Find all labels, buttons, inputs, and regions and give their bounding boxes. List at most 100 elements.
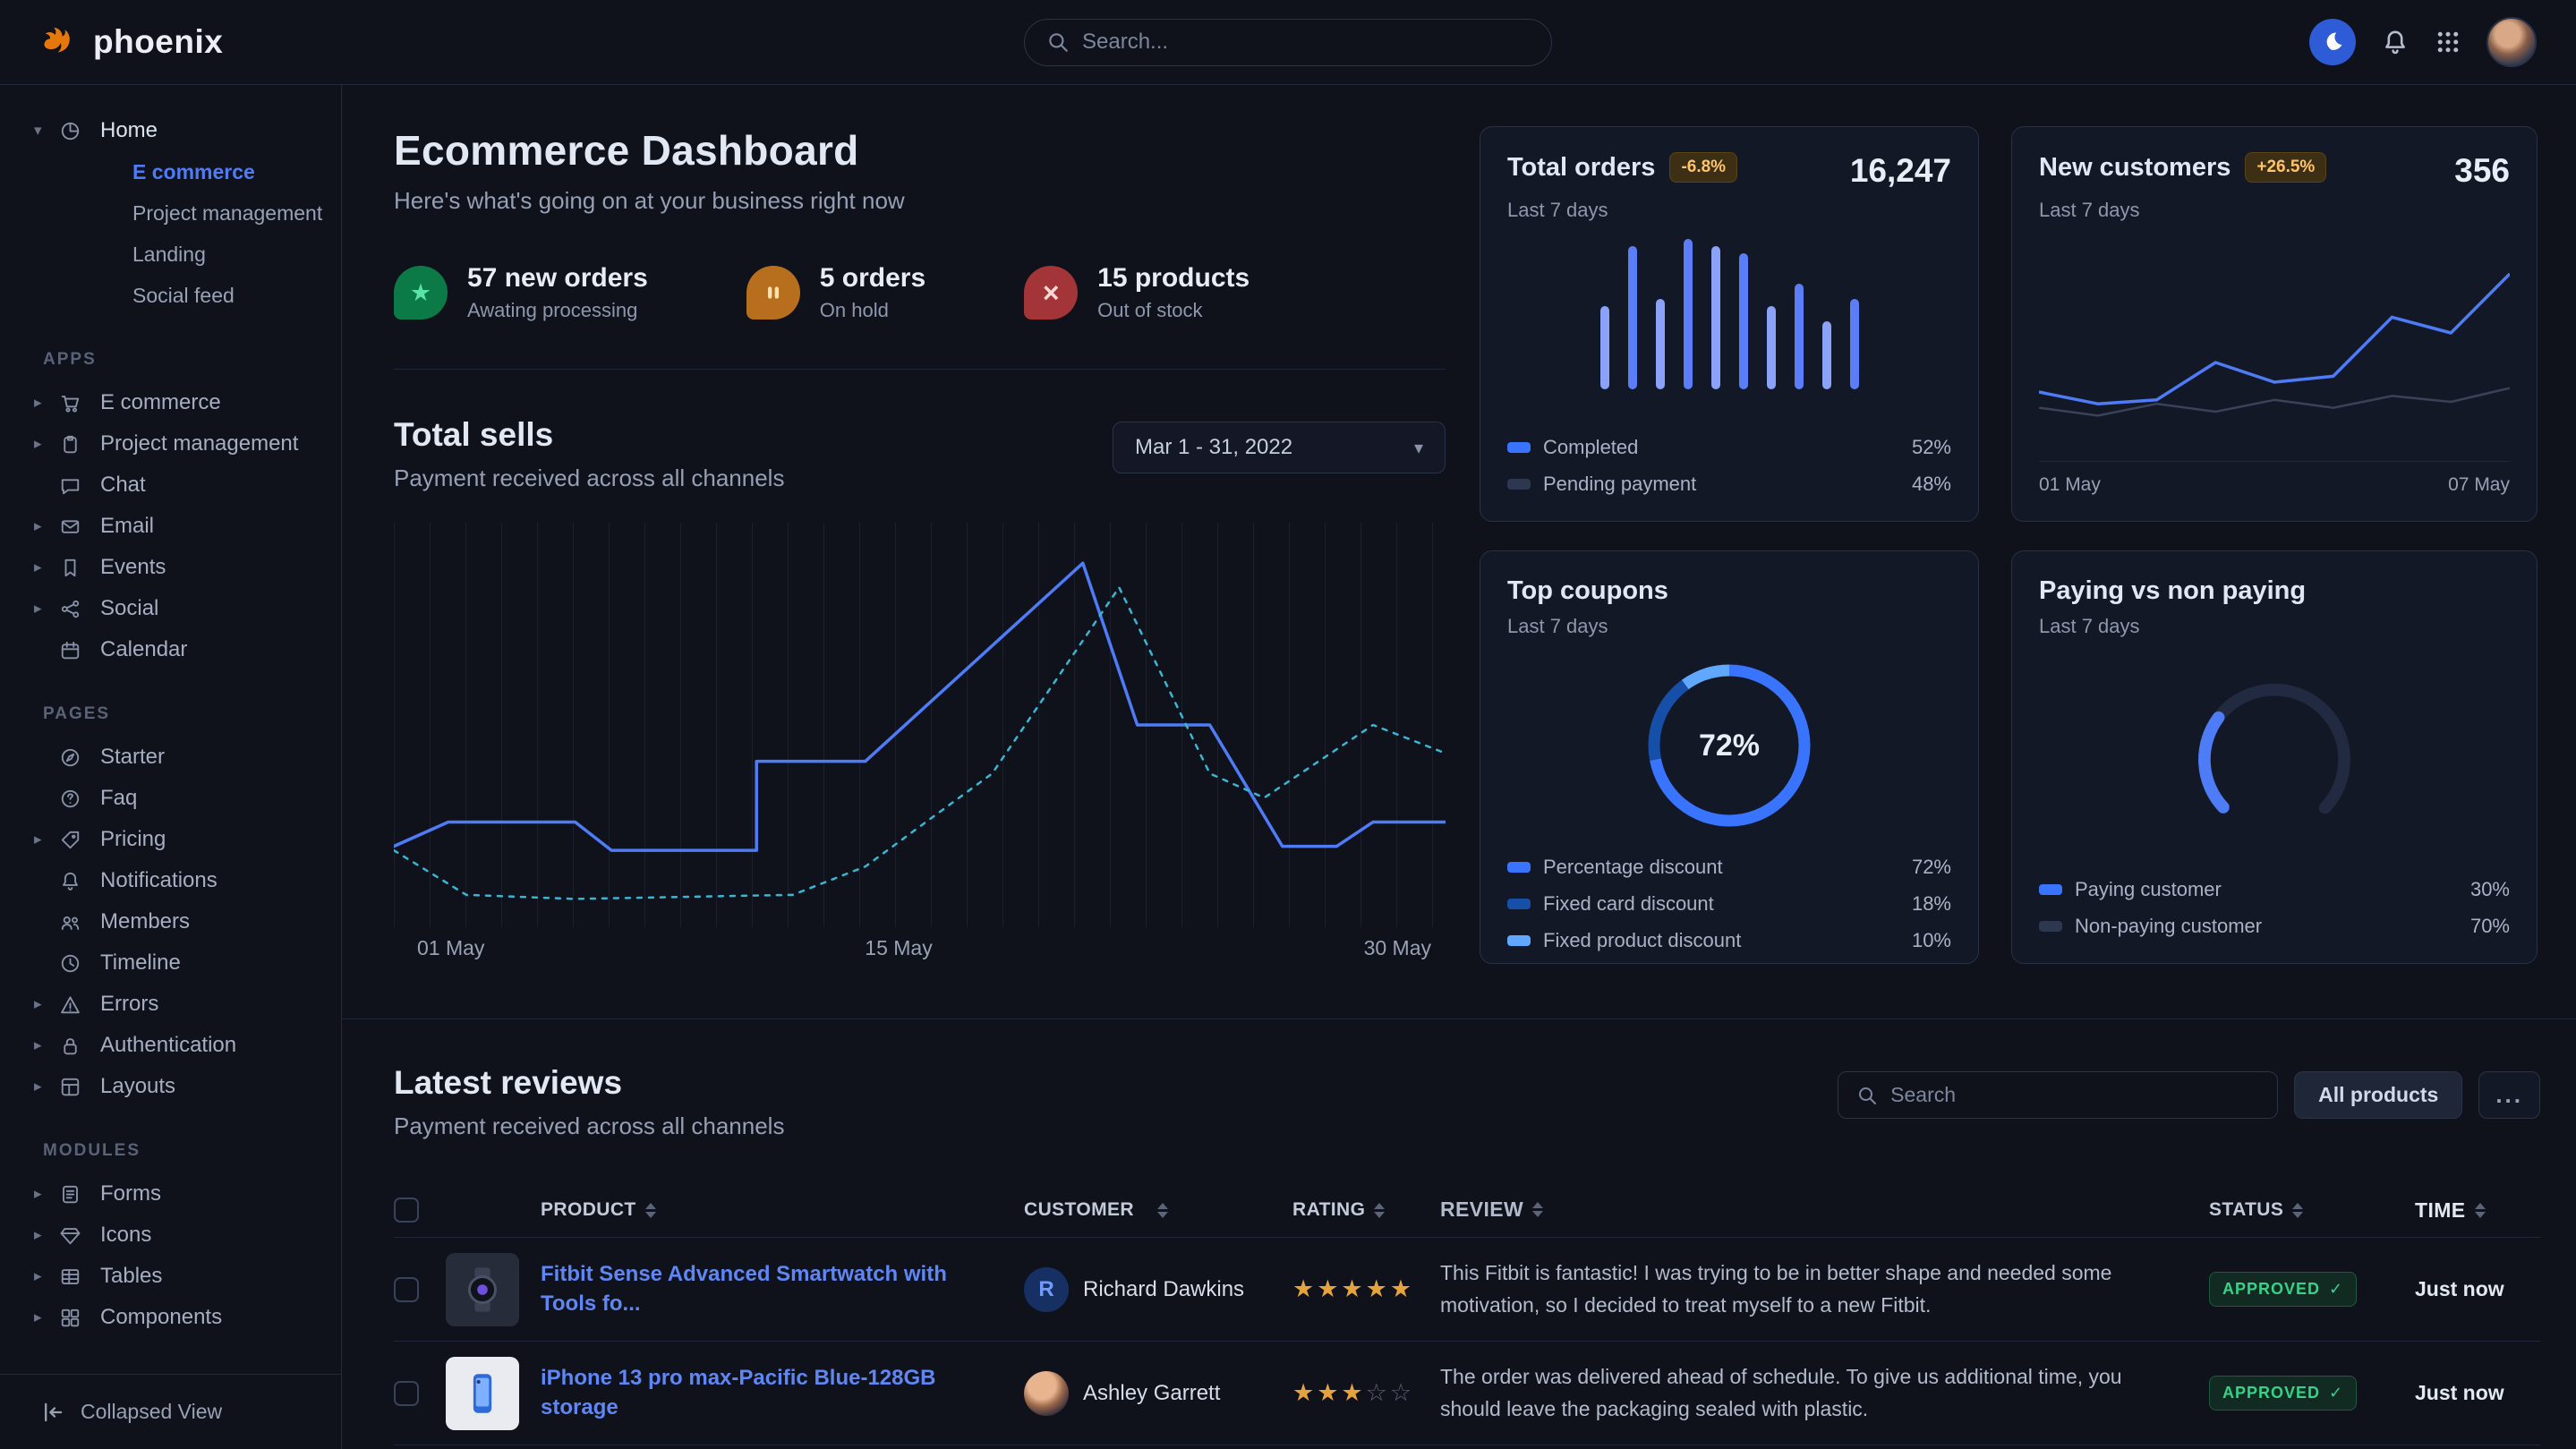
column-header-customer[interactable]: CUSTOMER <box>1024 1199 1292 1221</box>
sidebar-item-project-management[interactable]: ▸Project management <box>0 423 341 465</box>
sidebar-item-label: E commerce <box>100 390 221 415</box>
legend-label: Percentage discount <box>1543 856 1723 879</box>
more-options-button[interactable]: ... <box>2478 1071 2540 1119</box>
sidebar-item-layouts[interactable]: ▸Layouts <box>0 1066 341 1107</box>
column-header-rating[interactable]: RATING <box>1292 1199 1440 1221</box>
column-label: RATING <box>1292 1199 1365 1221</box>
sidebar-item-label: Pricing <box>100 827 166 852</box>
review-text: This Fitbit is fantastic! I was trying t… <box>1440 1257 2209 1321</box>
reviews-search[interactable] <box>1838 1071 2278 1119</box>
legend-swatch <box>1507 862 1531 873</box>
global-search-input[interactable] <box>1082 30 1530 55</box>
paying-gauge-chart <box>2162 674 2386 823</box>
product-link[interactable]: Fitbit Sense Advanced Smartwatch with To… <box>541 1262 947 1315</box>
chevron-right-icon: ▸ <box>34 1267 59 1285</box>
compass-icon <box>59 746 100 769</box>
date-range-value: Mar 1 - 31, 2022 <box>1135 435 1292 460</box>
stat-desc: On hold <box>820 299 925 322</box>
sidebar-item-e-commerce[interactable]: ▸E commerce <box>0 382 341 423</box>
sidebar-item-label: Notifications <box>100 868 218 893</box>
new-customers-chart <box>2039 245 2510 460</box>
sidebar-item-landing[interactable]: Landing <box>0 234 341 275</box>
sidebar-item-errors[interactable]: ▸Errors <box>0 984 341 1025</box>
sidebar-item-tables[interactable]: ▸Tables <box>0 1256 341 1297</box>
column-header-review[interactable]: REVIEW <box>1440 1194 2209 1226</box>
column-label: STATUS <box>2209 1199 2283 1221</box>
sidebar-item-notifications[interactable]: Notifications <box>0 860 341 901</box>
legend-item: Non-paying customer70% <box>2039 915 2510 938</box>
x-label: 07 May <box>2448 474 2510 496</box>
legend-label: Completed <box>1543 436 1638 459</box>
date-range-select[interactable]: Mar 1 - 31, 2022 ▾ <box>1113 422 1446 473</box>
status-label: APPROVED <box>2222 1384 2320 1402</box>
row-checkbox[interactable] <box>394 1277 419 1302</box>
product-link[interactable]: iPhone 13 pro max-Pacific Blue-128GB sto… <box>541 1366 935 1419</box>
collapse-view-toggle[interactable]: Collapsed View <box>0 1374 341 1449</box>
review-time: Just now <box>2415 1277 2540 1301</box>
sidebar-item-components[interactable]: ▸Components <box>0 1297 341 1338</box>
select-all-checkbox[interactable] <box>394 1198 419 1223</box>
card-value: 356 <box>2454 152 2510 190</box>
sidebar-item-timeline[interactable]: Timeline <box>0 942 341 984</box>
sidebar-item-members[interactable]: Members <box>0 901 341 942</box>
column-header-time[interactable]: TIME <box>2415 1198 2540 1223</box>
user-avatar[interactable] <box>2486 17 2537 67</box>
rating-stars: ★★★★★ <box>1292 1275 1440 1303</box>
sidebar-item-faq[interactable]: Faq <box>0 778 341 819</box>
x-label: 30 May <box>1364 936 1431 960</box>
legend-swatch <box>2039 884 2062 895</box>
tag-icon <box>59 829 100 851</box>
sidebar-item-e-commerce[interactable]: E commerce <box>0 151 341 192</box>
column-header-product[interactable]: PRODUCT <box>541 1199 1024 1221</box>
stat-desc: Awating processing <box>467 299 648 322</box>
brand[interactable]: phoenix <box>39 21 223 63</box>
sort-icon <box>1532 1202 1543 1217</box>
sidebar-item-authentication[interactable]: ▸Authentication <box>0 1025 341 1066</box>
status-label: APPROVED <box>2222 1280 2320 1299</box>
top-coupons-card: Top coupons Last 7 days 72% Percentage d… <box>1480 550 1979 964</box>
sidebar-item-chat[interactable]: Chat <box>0 465 341 506</box>
global-search[interactable] <box>1024 19 1552 66</box>
sidebar-item-label: Errors <box>100 992 158 1017</box>
theme-toggle-button[interactable] <box>2309 19 2356 65</box>
sidebar-item-social-feed[interactable]: Social feed <box>0 275 341 316</box>
sidebar-item-calendar[interactable]: Calendar <box>0 629 341 670</box>
sidebar-item-events[interactable]: ▸Events <box>0 547 341 588</box>
new-customers-card: New customers +26.5% 356 Last 7 days 01 … <box>2011 126 2538 522</box>
customer-avatar-photo <box>1024 1371 1069 1416</box>
x-label: 15 May <box>865 936 932 960</box>
sidebar-item-starter[interactable]: Starter <box>0 737 341 778</box>
sidebar-item-label: Project management <box>100 431 298 456</box>
review-time: Just now <box>2415 1381 2540 1405</box>
sidebar-item-home[interactable]: ▾Home <box>0 110 341 151</box>
all-products-button[interactable]: All products <box>2294 1071 2462 1119</box>
sidebar-item-email[interactable]: ▸Email <box>0 506 341 547</box>
sidebar-item-pricing[interactable]: ▸Pricing <box>0 819 341 860</box>
latest-reviews-section: Latest reviews Payment received across a… <box>342 1019 2576 1449</box>
bar <box>1767 306 1776 388</box>
sidebar-item-icons[interactable]: ▸Icons <box>0 1215 341 1256</box>
chevron-right-icon: ▸ <box>34 1185 59 1203</box>
bar <box>1656 299 1665 389</box>
sidebar-item-project-management[interactable]: Project management <box>0 192 341 234</box>
card-title: New customers <box>2039 153 2231 183</box>
navbar-actions <box>2309 17 2537 67</box>
bell-icon <box>2381 28 2410 56</box>
status-badge: APPROVED✓ <box>2209 1376 2357 1411</box>
product-thumbnail-iphone <box>446 1357 519 1430</box>
bookmark-icon <box>59 557 100 579</box>
form-icon <box>59 1183 100 1206</box>
orders-bar-chart <box>1507 239 1951 389</box>
column-header-status[interactable]: STATUS <box>2209 1199 2415 1221</box>
bar <box>1822 321 1831 389</box>
customer-name: Richard Dawkins <box>1083 1277 1244 1302</box>
sidebar-item-forms[interactable]: ▸Forms <box>0 1173 341 1215</box>
row-checkbox[interactable] <box>394 1381 419 1406</box>
reviews-search-input[interactable] <box>1890 1083 2259 1107</box>
card-value: 16,247 <box>1850 152 1951 190</box>
notifications-button[interactable] <box>2381 28 2410 56</box>
sidebar-item-social[interactable]: ▸Social <box>0 588 341 629</box>
apps-menu-button[interactable] <box>2435 29 2461 55</box>
legend-value: 30% <box>2470 878 2510 901</box>
sidebar-item-label: Icons <box>100 1223 151 1248</box>
